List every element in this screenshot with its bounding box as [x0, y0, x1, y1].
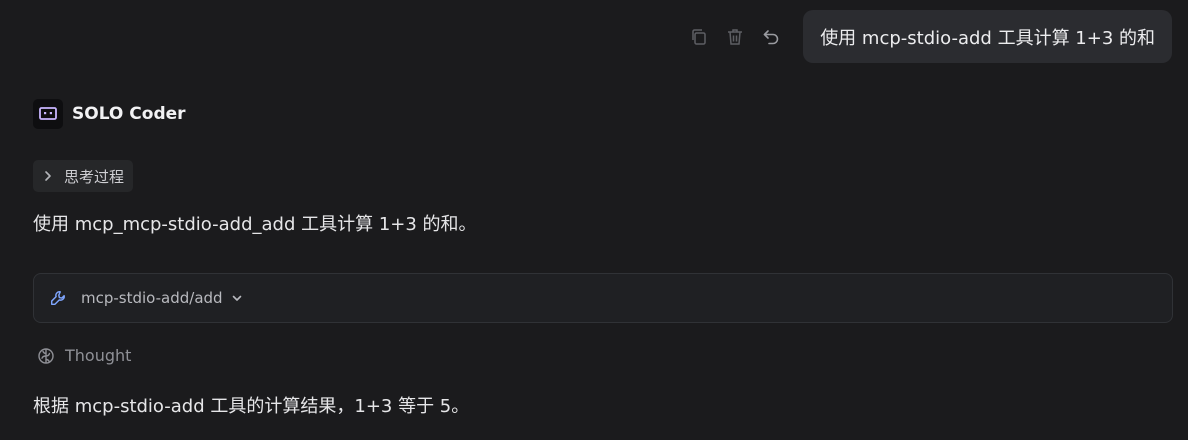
- thinking-process-label: 思考过程: [64, 167, 125, 186]
- trash-icon[interactable]: [717, 19, 753, 55]
- undo-icon[interactable]: [753, 19, 789, 55]
- tool-call-card[interactable]: mcp-stdio-add/add: [33, 273, 1173, 323]
- user-message-row: 使用 mcp-stdio-add 工具计算 1+3 的和: [681, 10, 1172, 63]
- copy-icon[interactable]: [681, 19, 717, 55]
- user-message-bubble: 使用 mcp-stdio-add 工具计算 1+3 的和: [803, 10, 1172, 63]
- agent-name: SOLO Coder: [72, 104, 186, 124]
- thinking-process-toggle[interactable]: 思考过程: [33, 160, 134, 192]
- response-result-text: 根据 mcp-stdio-add 工具的计算结果，1+3 等于 5。: [33, 396, 470, 417]
- wrench-icon: [50, 291, 65, 306]
- response-intro-text: 使用 mcp_mcp-stdio-add_add 工具计算 1+3 的和。: [33, 214, 477, 235]
- brain-icon: [38, 347, 54, 364]
- thought-label: Thought: [65, 346, 132, 365]
- tool-call-name: mcp-stdio-add/add: [81, 289, 223, 307]
- bot-icon: [33, 99, 63, 129]
- chevron-right-icon: [45, 171, 51, 181]
- chat-view: 使用 mcp-stdio-add 工具计算 1+3 的和 SOLO Coder …: [0, 0, 1188, 440]
- thought-indicator[interactable]: Thought: [37, 346, 131, 365]
- chevron-down-icon: [232, 295, 241, 301]
- message-actions: [681, 19, 789, 55]
- agent-header: SOLO Coder: [33, 99, 186, 129]
